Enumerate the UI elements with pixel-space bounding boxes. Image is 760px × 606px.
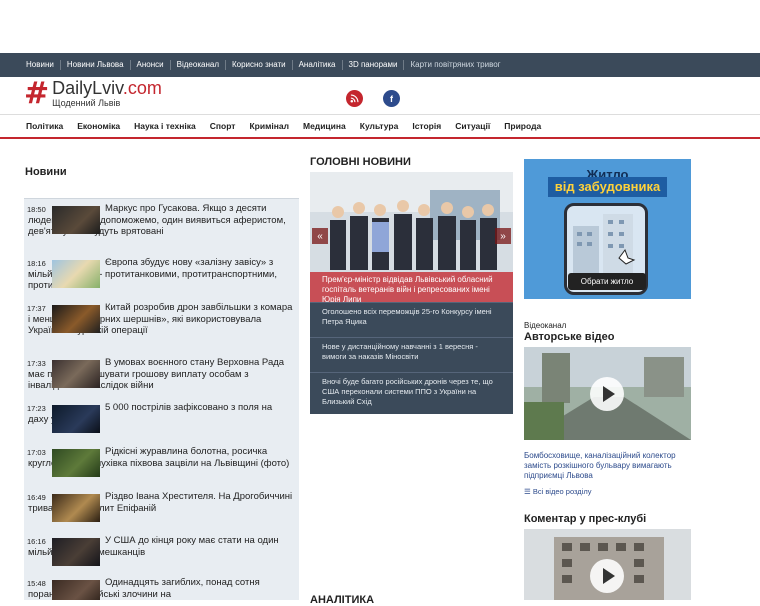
press-club-video-thumbnail[interactable] xyxy=(524,529,691,600)
press-club-play-icon[interactable] xyxy=(590,559,624,593)
topnav-item-3d-panoramas[interactable]: 3D панорами xyxy=(343,60,405,70)
category-nature[interactable]: Природа xyxy=(504,121,541,131)
topnav-item-useful[interactable]: Корисно знати xyxy=(226,60,293,70)
topnav-item-news[interactable]: Новини xyxy=(20,60,61,70)
video-caption-link[interactable]: Бомбосховище, каналізаційний колектор за… xyxy=(524,451,691,481)
logo-tagline: Щоденний Львів xyxy=(52,98,121,108)
main-news-item[interactable]: Оголошено всіх переможців 25-го Конкурсу… xyxy=(310,302,513,331)
rss-icon[interactable] xyxy=(346,90,363,107)
news-time: 18:50 xyxy=(27,205,46,214)
news-time: 17:37 xyxy=(27,304,46,313)
category-medicine[interactable]: Медицина xyxy=(303,121,346,131)
housing-ad-banner[interactable]: Житло від забудовника Обрати житло xyxy=(524,159,691,299)
news-thumbnail xyxy=(52,538,100,566)
main-news-hero[interactable]: « » Прем'єр-міністр відвідав Львівський … xyxy=(310,172,513,302)
logo-brand-tld: .com xyxy=(122,78,162,98)
logo-brand: DailyLviv.com xyxy=(52,79,162,97)
news-time: 16:16 xyxy=(27,537,46,546)
news-time: 15:48 xyxy=(27,579,46,588)
top-navigation: Новини Новини Львова Анонси Відеоканал К… xyxy=(0,53,760,77)
main-news-item[interactable]: Нове у дистанційному навчанні з 1 вересн… xyxy=(310,337,513,366)
category-science[interactable]: Наука і техніка xyxy=(134,121,196,131)
news-thumbnail xyxy=(52,580,100,600)
category-history[interactable]: Історія xyxy=(412,121,441,131)
category-situations[interactable]: Ситуації xyxy=(455,121,490,131)
news-time: 17:33 xyxy=(27,359,46,368)
all-videos-link[interactable]: ☰ Всі відео розділу xyxy=(524,487,591,496)
all-videos-label: Всі відео розділу xyxy=(532,487,592,496)
logo-text: DailyLviv.com Щоденний Львів xyxy=(52,79,162,108)
analytics-section-title: АНАЛІТИКА xyxy=(310,594,375,606)
news-thumbnail xyxy=(52,206,100,234)
main-news-item[interactable]: Вночі буде багато російських дронів чере… xyxy=(310,372,513,411)
videochannel-label: Відеоканал xyxy=(524,321,567,330)
hero-caption: Прем'єр-міністр відвідав Львівський обла… xyxy=(310,272,513,302)
topnav-item-air-alert-maps[interactable]: Карти повітряних тривог xyxy=(404,60,506,70)
news-thumbnail xyxy=(52,260,100,288)
rss-glyph xyxy=(350,94,359,103)
category-politics[interactable]: Політика xyxy=(26,121,63,131)
video-play-icon[interactable] xyxy=(590,377,624,411)
topnav-item-analytics[interactable]: Аналітика xyxy=(293,60,343,70)
play-triangle-icon xyxy=(603,568,615,584)
press-club-title: Коментар у прес-клубі xyxy=(524,513,647,525)
main-news-title: ГОЛОВНІ НОВИНИ xyxy=(310,156,411,168)
topnav-item-announcements[interactable]: Анонси xyxy=(131,60,171,70)
news-thumbnail xyxy=(52,494,100,522)
news-thumbnail xyxy=(52,360,100,388)
category-navigation: Політика Економіка Наука і техніка Спорт… xyxy=(0,114,760,139)
news-section-title: Новини xyxy=(25,166,67,178)
play-triangle-icon xyxy=(603,386,615,402)
category-culture[interactable]: Культура xyxy=(360,121,399,131)
videochannel-title: Авторське відео xyxy=(524,331,615,343)
topnav-item-videochannel[interactable]: Відеоканал xyxy=(171,60,226,70)
site-logo[interactable]: # DailyLviv.com Щоденний Львів xyxy=(24,79,162,109)
main-news-list: Оголошено всіх переможців 25-го Конкурсу… xyxy=(310,302,513,414)
news-thumbnail xyxy=(52,305,100,333)
category-economy[interactable]: Економіка xyxy=(77,121,120,131)
hero-prev-arrow[interactable]: « xyxy=(312,228,328,244)
news-time: 16:49 xyxy=(27,493,46,502)
facebook-icon[interactable]: f xyxy=(383,90,400,107)
ad-line-2: від забудовника xyxy=(548,177,667,197)
ad-choose-housing-button[interactable]: Обрати житло xyxy=(568,273,646,290)
logo-brand-name: DailyLviv xyxy=(52,78,123,98)
list-icon: ☰ xyxy=(524,487,533,496)
site-header: # DailyLviv.com Щоденний Львів f xyxy=(0,77,760,114)
news-time: 17:23 xyxy=(27,404,46,413)
video-thumbnail[interactable] xyxy=(524,347,691,440)
news-time: 17:03 xyxy=(27,448,46,457)
category-sport[interactable]: Спорт xyxy=(210,121,236,131)
logo-hash-icon: # xyxy=(24,76,50,111)
news-list: Маркус про Гусакова. Якщо з десяти людей… xyxy=(24,198,299,600)
news-thumbnail xyxy=(52,449,100,477)
news-thumbnail xyxy=(52,405,100,433)
hero-next-arrow[interactable]: » xyxy=(495,228,511,244)
topnav-item-lviv-news[interactable]: Новини Львова xyxy=(61,60,131,70)
news-time: 18:16 xyxy=(27,259,46,268)
category-crime[interactable]: Кримінал xyxy=(249,121,289,131)
